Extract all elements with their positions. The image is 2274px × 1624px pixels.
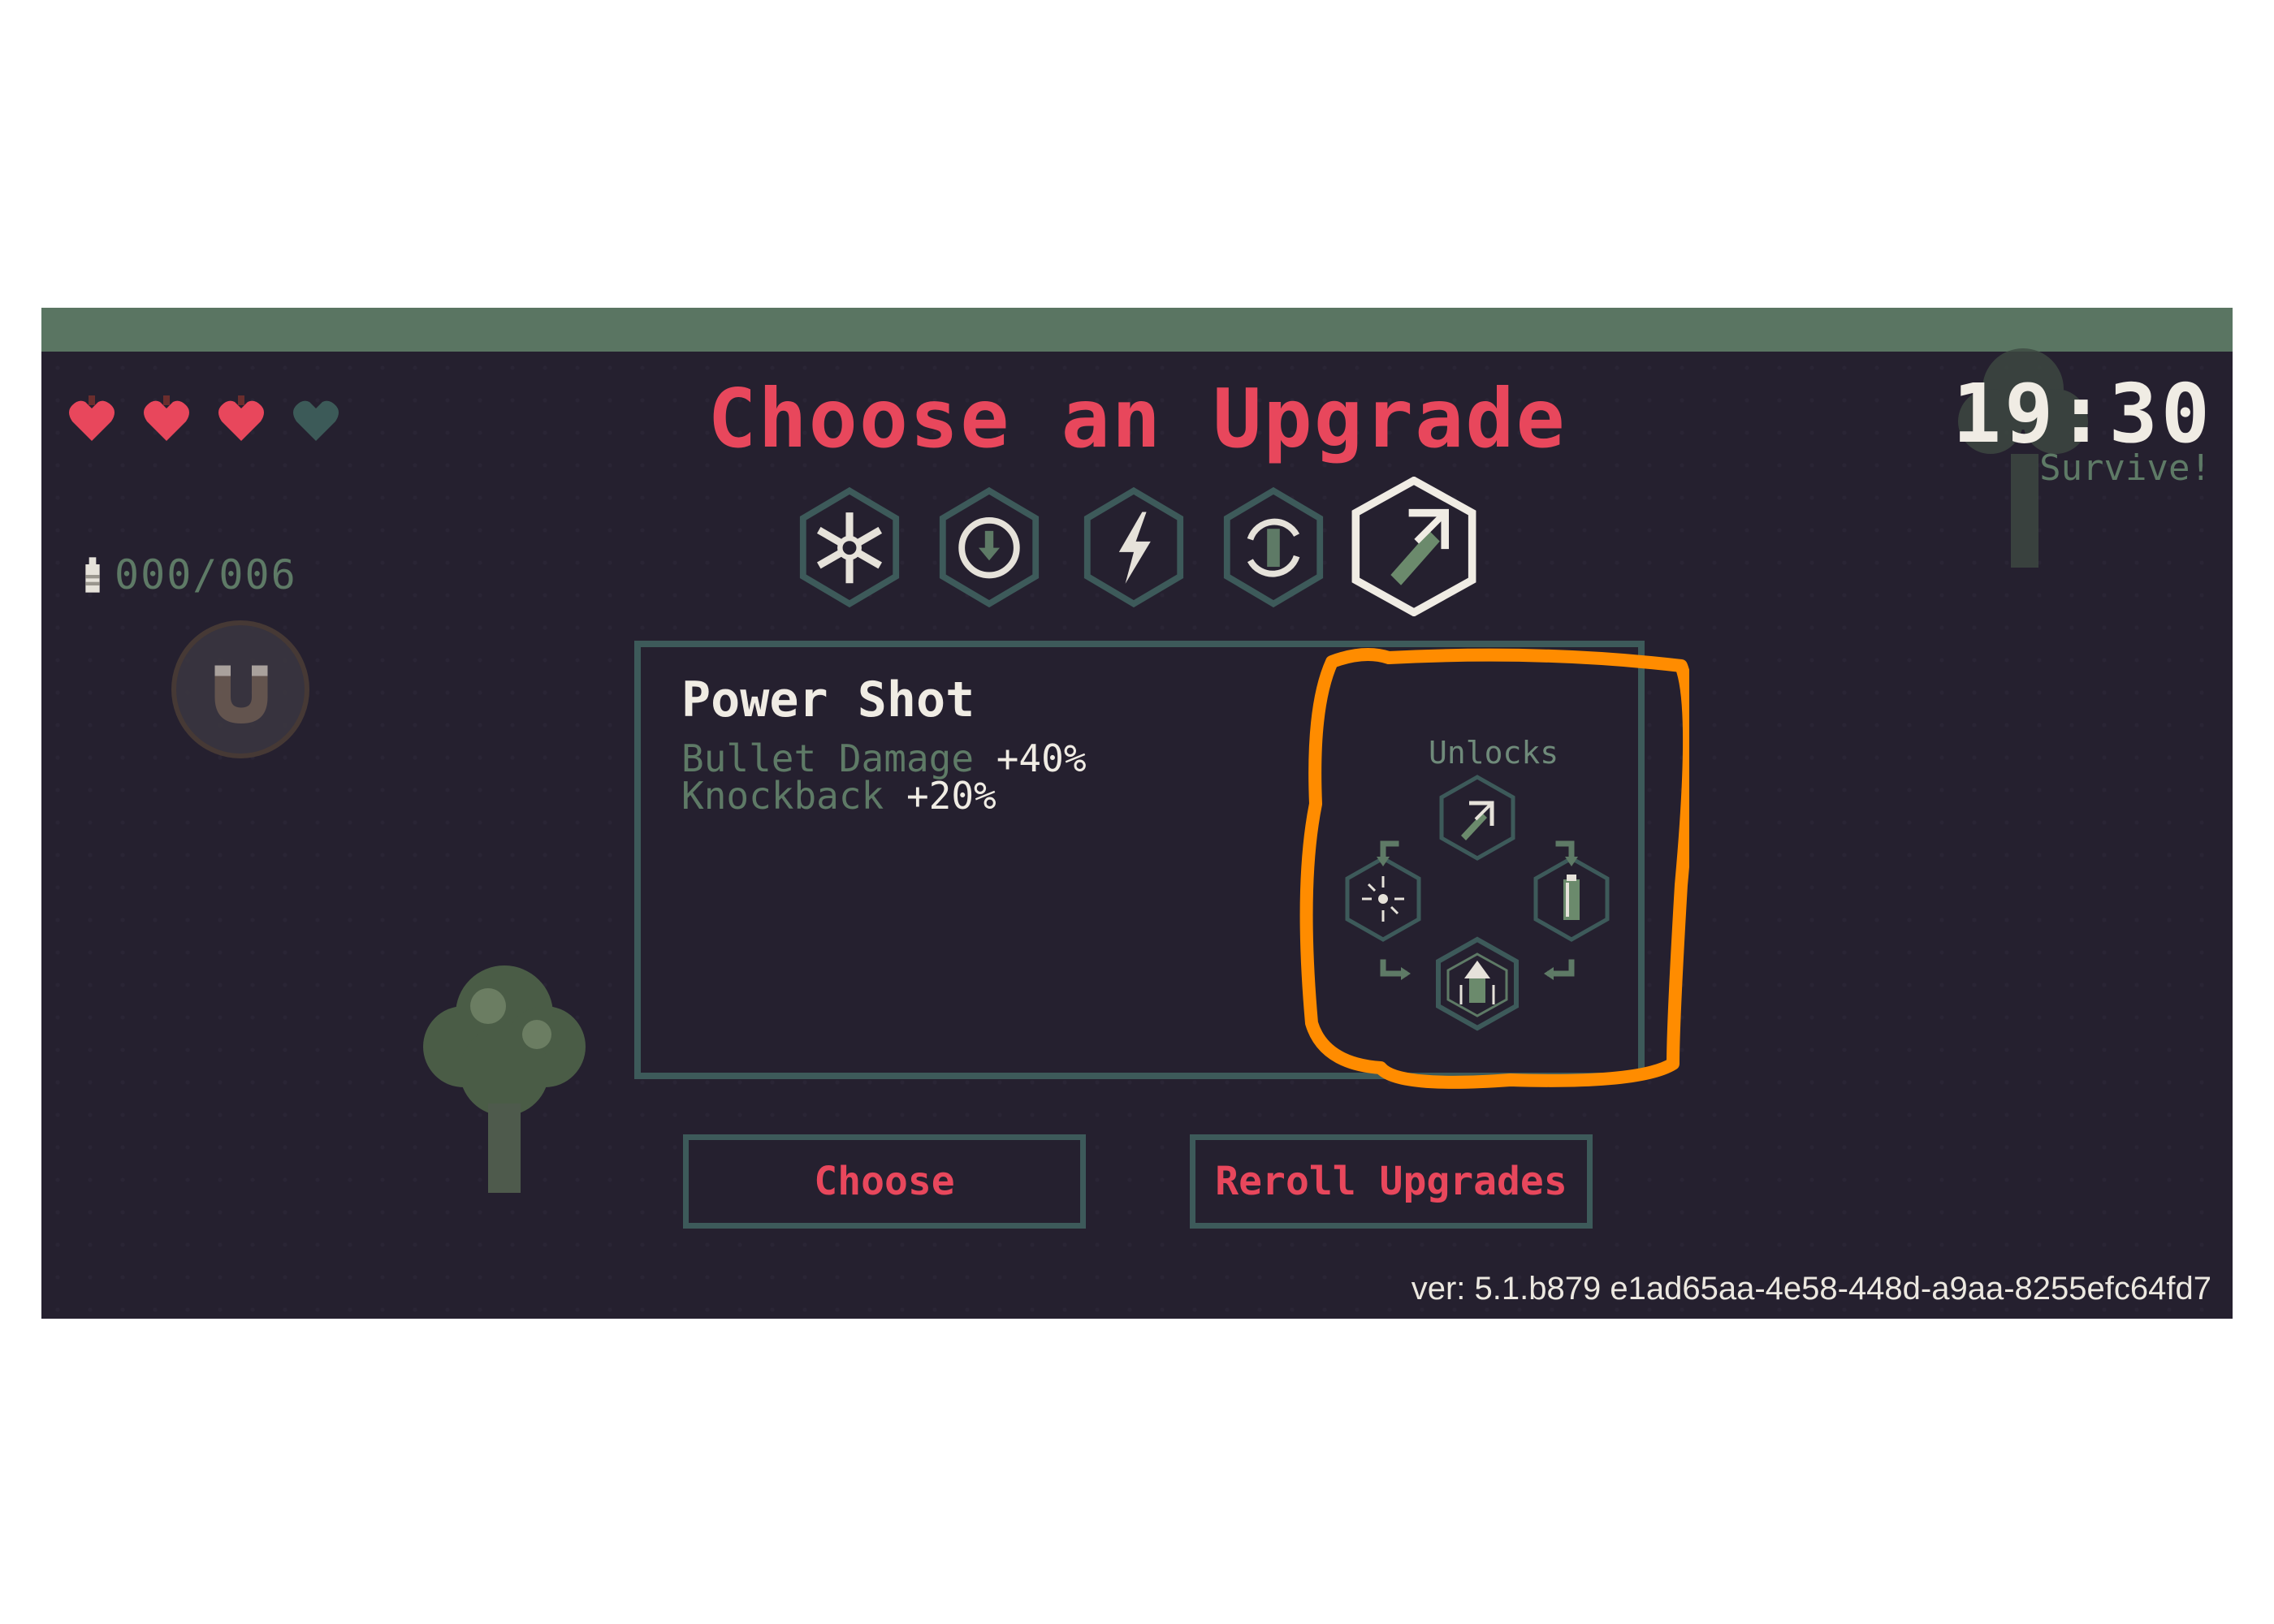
upgrade-options bbox=[797, 477, 1544, 624]
screen-title: Choose an Upgrade bbox=[707, 371, 1567, 466]
reroll-upgrades-button[interactable]: Reroll Upgrades bbox=[1190, 1134, 1593, 1229]
choose-button[interactable]: Choose bbox=[683, 1134, 1086, 1229]
stat-line: Knockback +20% bbox=[681, 774, 996, 818]
burst-icon bbox=[1345, 856, 1421, 942]
power-shot-icon bbox=[1439, 775, 1515, 861]
lightning-icon[interactable] bbox=[1081, 486, 1187, 608]
stat-label: Knockback bbox=[681, 774, 884, 818]
ammo-text: 000/006 bbox=[115, 551, 297, 598]
power-shot-icon[interactable] bbox=[1349, 477, 1479, 616]
version-label: ver: 5.1.b879 e1ad65aa-4e58-448d-a9aa-82… bbox=[1411, 1271, 2211, 1307]
objective-text: Survive! bbox=[2039, 447, 2211, 489]
magnet-icon bbox=[214, 665, 268, 723]
snowflake-icon[interactable] bbox=[797, 486, 902, 608]
game-screen: 000/006 Choose an Upgrade 19:30 Survive! bbox=[41, 308, 2233, 1319]
unlocks-label: Unlocks bbox=[1429, 735, 1559, 771]
bullet-icon bbox=[85, 557, 100, 593]
target-icon[interactable] bbox=[936, 486, 1042, 608]
top-bar bbox=[41, 308, 2233, 352]
stat-value: +20% bbox=[906, 774, 996, 818]
tree-decoration-left bbox=[423, 965, 586, 1193]
upgrade-detail-panel: Power Shot Bullet Damage +40% Knockback … bbox=[634, 641, 1645, 1079]
big-bullet-icon bbox=[1533, 856, 1610, 942]
piercing-shot-icon bbox=[1436, 936, 1519, 1031]
unlock-tree bbox=[1345, 775, 1610, 1031]
reload-icon[interactable] bbox=[1221, 486, 1326, 608]
ammo-counter: 000/006 bbox=[82, 551, 297, 598]
ability-cooldown bbox=[171, 620, 309, 758]
upgrade-name: Power Shot bbox=[681, 672, 975, 728]
stat-value: +40% bbox=[996, 736, 1087, 780]
